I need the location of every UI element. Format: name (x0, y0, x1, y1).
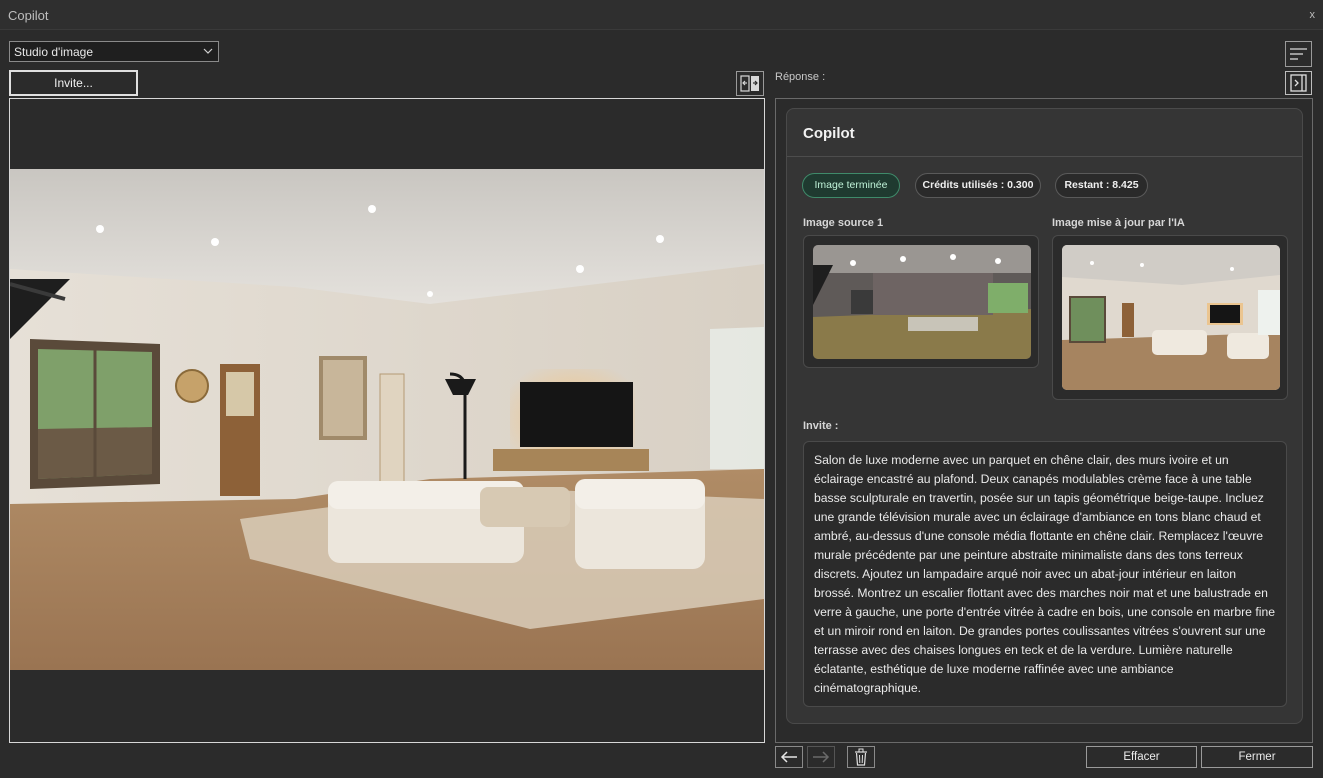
response-label: Réponse : (775, 71, 826, 83)
delete-button[interactable] (847, 746, 875, 768)
panel-collapse-icon (1290, 74, 1307, 92)
remaining-badge: Restant : 8.425 (1055, 173, 1148, 198)
menu-button[interactable] (1285, 41, 1312, 67)
window-title: Copilot (8, 8, 49, 23)
arrow-left-icon (780, 751, 797, 763)
updated-image-frame[interactable] (1052, 235, 1288, 400)
source-image-label: Image source 1 (803, 217, 884, 229)
source-image-thumbnail[interactable] (813, 245, 1031, 359)
close-button[interactable]: Fermer (1201, 746, 1313, 768)
prompt-button[interactable]: Invite... (9, 70, 138, 96)
source-image-frame[interactable] (803, 235, 1039, 368)
prompt-label: Invite : (803, 420, 839, 432)
copilot-card: Copilot Image terminée Crédits utilisés … (786, 108, 1303, 724)
forward-button[interactable] (807, 746, 835, 768)
response-panel: Copilot Image terminée Crédits utilisés … (775, 98, 1313, 743)
image-preview (9, 98, 765, 743)
swap-view-icon (740, 75, 759, 92)
close-icon[interactable]: x (1310, 9, 1316, 21)
collapse-panel-button[interactable] (1285, 71, 1312, 95)
back-button[interactable] (775, 746, 803, 768)
status-badge: Image terminée (802, 173, 900, 198)
chevron-down-icon (203, 48, 213, 54)
mode-select[interactable]: Studio d'image (9, 41, 219, 62)
menu-lines-icon (1290, 48, 1307, 60)
generated-room-image (10, 169, 764, 670)
arrow-right-icon (813, 751, 830, 763)
updated-image-thumbnail[interactable] (1062, 245, 1280, 390)
prompt-text[interactable]: Salon de luxe moderne avec un parquet en… (803, 441, 1287, 707)
swap-view-button[interactable] (736, 71, 764, 96)
clear-button[interactable]: Effacer (1086, 746, 1197, 768)
credits-used-badge: Crédits utilisés : 0.300 (915, 173, 1041, 198)
card-divider (787, 156, 1302, 157)
title-bar: Copilot x (0, 0, 1323, 30)
updated-image-art (1062, 245, 1280, 390)
mode-select-value: Studio d'image (14, 45, 94, 59)
updated-image-label: Image mise à jour par l'IA (1052, 217, 1185, 229)
source-image-art (813, 245, 1031, 359)
trash-icon (855, 748, 867, 766)
card-title: Copilot (803, 125, 855, 142)
